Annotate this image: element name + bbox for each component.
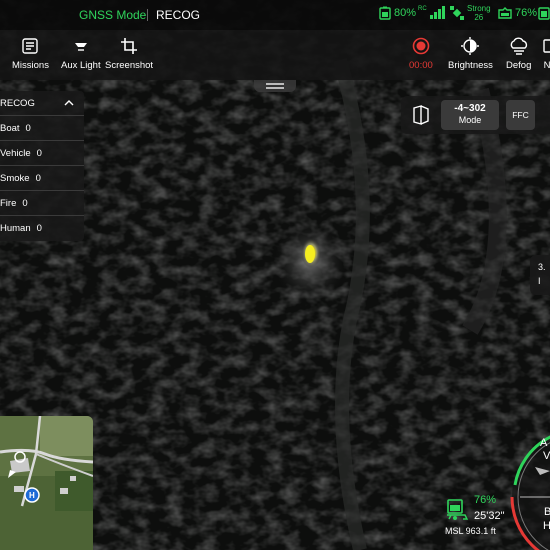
recog-panel-header[interactable]: RECOG: [0, 91, 84, 116]
more-icon: [542, 36, 550, 56]
gps-status: Strong 26: [449, 4, 491, 22]
recog-row-count: 0: [22, 197, 28, 209]
side-readout-panel[interactable]: 3. I: [530, 255, 550, 295]
flight-mode-label: RECOG: [156, 8, 201, 22]
camera-toolbar: : Missions Aux Light Screenshot 00:00: [0, 30, 550, 80]
msl-altitude: MSL 963.1 ft: [445, 526, 496, 536]
screenshot-icon: [120, 36, 138, 56]
toolbar-item-missions-label: Missions: [12, 60, 49, 71]
status-bar: GNSS Mode RECOG 80% RC Strong 26 76%: [0, 0, 550, 30]
rc-battery-percent: 80%: [394, 7, 417, 19]
thermal-controls: -4~302 Mode FFC: [401, 96, 550, 134]
toolbar-drag-handle[interactable]: [254, 80, 296, 92]
toolbar-item-screenshot-label: Screenshot: [105, 60, 154, 71]
toolbar-item-aux-light-label: Aux Light: [61, 60, 101, 71]
rc-signal-label: RC: [418, 5, 427, 12]
recog-panel-title: RECOG: [0, 97, 35, 109]
gnss-mode-label[interactable]: GNSS Mode: [79, 8, 146, 22]
chevron-up-icon[interactable]: [64, 99, 74, 107]
palette-icon[interactable]: [411, 105, 431, 125]
gps-satellite-count: 26: [474, 13, 484, 22]
record-button[interactable]: 00:00: [409, 36, 433, 71]
recog-row-boat: Boat 0: [0, 116, 84, 141]
brightness-icon: [460, 36, 480, 56]
rc-signal-status: RC: [418, 5, 447, 19]
svg-text:H: H: [29, 491, 35, 500]
flight-time-remaining: 25'32": [474, 510, 505, 522]
defog-icon: [508, 36, 530, 56]
side-readout-line2: I: [538, 276, 541, 286]
rc-battery-status: 80%: [378, 6, 416, 20]
rc-battery-icon: [379, 6, 391, 20]
toolbar-item-brightness-label: Brightness: [448, 60, 493, 71]
aircraft-battery-icon: [447, 499, 469, 520]
temperature-mode-label: Mode: [458, 115, 482, 125]
toolbar-item-partial[interactable]: :: [0, 36, 1, 71]
app-root: GNSS Mode RECOG 80% RC Strong 26 76% Mis…: [0, 0, 550, 550]
signal-bars-icon: [429, 6, 445, 19]
aircraft-battery-status: 76%: [497, 6, 537, 20]
temperature-range-value: -4~302: [454, 103, 486, 114]
aux-light-icon: [72, 36, 90, 56]
toolbar-item-aux-light[interactable]: Aux Light: [61, 36, 101, 71]
recog-row-label: Boat: [0, 122, 20, 134]
recog-panel: RECOG Boat 0 Vehicle 0 Smoke 0 Fire 0 Hu…: [0, 91, 84, 241]
record-icon: [412, 36, 430, 56]
toolbar-item-defog-label: Defog: [506, 60, 532, 71]
recog-row-count: 0: [36, 223, 42, 234]
recog-row-vehicle: Vehicle 0: [0, 141, 84, 166]
satellite-icon: [450, 6, 464, 20]
toolbar-item-more[interactable]: N: [542, 36, 550, 71]
recog-row-label: Human: [0, 223, 31, 234]
recog-row-count: 0: [35, 172, 41, 184]
toolbar-item-defog[interactable]: Defog: [506, 36, 531, 71]
gps-strength-label: Strong: [467, 4, 491, 13]
attitude-label-a: A: [540, 437, 548, 449]
side-readout-line1: 3.: [538, 262, 546, 272]
attitude-label-h: H: [543, 520, 550, 532]
toolbar-item-more-label: N: [543, 60, 550, 71]
aircraft-battery-icon: [498, 7, 512, 19]
record-time: 00:00: [409, 60, 433, 71]
partial-icon: [0, 36, 1, 56]
status-divider: [147, 9, 148, 21]
aircraft-battery-percent: 76%: [515, 7, 538, 19]
recog-row-label: Fire: [0, 197, 17, 209]
ffc-button[interactable]: FFC: [506, 100, 535, 130]
recog-row-human: Human 0: [0, 216, 84, 241]
recog-row-fire: Fire 0: [0, 191, 84, 216]
recog-row-count: 0: [25, 122, 31, 134]
recog-row-count: 0: [36, 147, 42, 159]
recog-row-label: Vehicle: [0, 147, 31, 159]
recog-row-smoke: Smoke 0: [0, 166, 84, 191]
missions-icon: [21, 36, 39, 56]
toolbar-item-missions[interactable]: Missions: [12, 36, 49, 71]
toolbar-item-screenshot[interactable]: Screenshot: [105, 36, 153, 71]
mini-map[interactable]: H: [0, 416, 93, 550]
battery-icon: [538, 7, 550, 20]
attitude-label-b: B: [544, 506, 550, 518]
attitude-label-v: V: [543, 450, 550, 462]
battery-percent: 76%: [474, 494, 497, 506]
extra-battery-status: [538, 6, 550, 20]
temperature-mode-button[interactable]: -4~302 Mode: [441, 100, 499, 130]
toolbar-item-brightness[interactable]: Brightness: [448, 36, 493, 71]
recog-row-label: Smoke: [0, 172, 30, 184]
